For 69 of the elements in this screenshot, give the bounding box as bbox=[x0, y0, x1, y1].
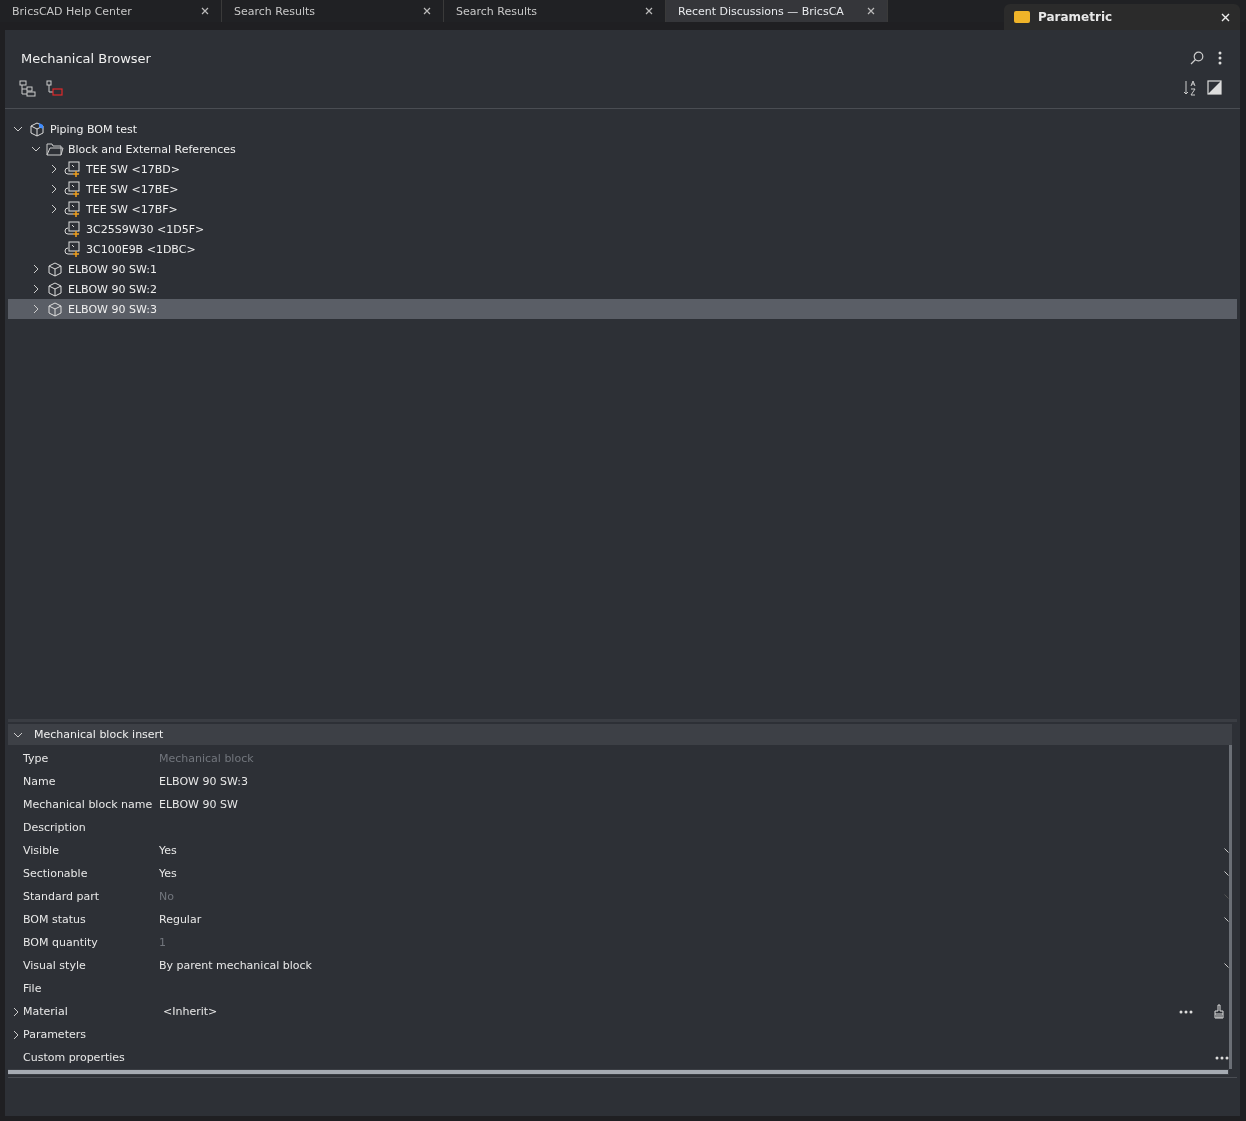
close-icon[interactable] bbox=[201, 7, 209, 15]
property-label: Visual style bbox=[23, 959, 87, 972]
tree-filter-icon[interactable] bbox=[46, 79, 63, 97]
tree-item-label[interactable]: TEE SW <17BE> bbox=[86, 182, 179, 196]
block-insert-icon bbox=[64, 160, 82, 178]
block-insert-icon bbox=[64, 240, 82, 258]
assembly-cube-icon bbox=[28, 120, 46, 138]
chevron-right-icon[interactable] bbox=[11, 1028, 20, 1041]
section-header[interactable]: Mechanical block insert bbox=[8, 724, 1232, 745]
property-label: Mechanical block name bbox=[23, 798, 154, 811]
cube-icon bbox=[46, 260, 64, 278]
property-label: Custom properties bbox=[23, 1051, 126, 1064]
property-value: Mechanical block bbox=[159, 752, 255, 765]
property-value[interactable]: By parent mechanical block bbox=[159, 959, 1224, 972]
property-label: Parameters bbox=[23, 1028, 87, 1041]
more-vertical-icon[interactable] bbox=[1218, 51, 1222, 65]
tree-view-icon[interactable] bbox=[19, 79, 36, 97]
property-value[interactable]: Yes bbox=[159, 844, 1224, 857]
tree-item-label[interactable]: 3C100E9B <1DBC> bbox=[86, 242, 196, 256]
property-value[interactable]: Regular bbox=[159, 913, 1224, 926]
folder-icon bbox=[46, 140, 64, 158]
property-label: Standard part bbox=[23, 890, 101, 903]
property-label: Material bbox=[23, 1005, 69, 1018]
more-horizontal-icon[interactable] bbox=[1179, 1009, 1193, 1014]
search-icon[interactable] bbox=[1190, 51, 1204, 65]
property-value: 1 bbox=[159, 936, 167, 949]
close-icon[interactable] bbox=[645, 7, 653, 15]
tree-item-label[interactable]: Piping BOM test bbox=[50, 122, 138, 136]
property-value[interactable]: Yes bbox=[159, 867, 1224, 880]
tree-item-label[interactable]: ELBOW 90 SW:2 bbox=[68, 282, 157, 296]
selected-tree-row[interactable]: ELBOW 90 SW:3 bbox=[8, 299, 1237, 319]
property-value: No bbox=[159, 890, 175, 903]
folder-icon bbox=[1014, 11, 1030, 23]
browser-tab[interactable]: BricsCAD Help Center bbox=[0, 0, 222, 22]
horizontal-scrollbar[interactable] bbox=[8, 1069, 1229, 1075]
property-label: BOM quantity bbox=[23, 936, 99, 949]
property-label: Description bbox=[23, 821, 87, 834]
property-value[interactable]: <Inherit> bbox=[159, 1005, 1179, 1018]
property-label: Name bbox=[23, 775, 57, 788]
panel-title: Mechanical Browser bbox=[21, 50, 152, 66]
tree-item-label[interactable]: Block and External References bbox=[68, 142, 236, 156]
block-insert-icon bbox=[64, 180, 82, 198]
browser-tab[interactable]: Search Results bbox=[222, 0, 444, 22]
property-value[interactable]: ELBOW 90 SW:3 bbox=[159, 775, 1229, 788]
more-horizontal-icon[interactable] bbox=[1215, 1055, 1229, 1060]
brush-icon[interactable] bbox=[1213, 1004, 1225, 1019]
property-label: Type bbox=[23, 752, 50, 765]
tree-item-label[interactable]: ELBOW 90 SW:1 bbox=[68, 262, 157, 276]
tree-item-label[interactable]: TEE SW <17BD> bbox=[86, 162, 180, 176]
property-label: File bbox=[23, 982, 43, 995]
cube-icon bbox=[46, 300, 64, 318]
property-label: Visible bbox=[23, 844, 60, 857]
browser-tab[interactable]: Recent Discussions — BricsCA bbox=[666, 0, 888, 22]
popup-title: Parametric bbox=[1038, 10, 1114, 24]
close-icon[interactable] bbox=[423, 7, 431, 15]
section-title: Mechanical block insert bbox=[34, 728, 164, 741]
tree-item-label[interactable]: TEE SW <17BF> bbox=[86, 202, 178, 216]
block-insert-icon bbox=[64, 220, 82, 238]
tree-item-label[interactable]: 3C25S9W30 <1D5F> bbox=[86, 222, 205, 236]
contrast-icon[interactable] bbox=[1207, 80, 1222, 95]
sort-icon[interactable] bbox=[1183, 80, 1197, 96]
block-insert-icon bbox=[64, 200, 82, 218]
chevron-right-icon[interactable] bbox=[11, 1005, 20, 1018]
tree-item-label[interactable]: ELBOW 90 SW:3 bbox=[68, 302, 157, 316]
property-label: Sectionable bbox=[23, 867, 89, 880]
property-label: BOM status bbox=[23, 913, 87, 926]
cube-icon bbox=[46, 280, 64, 298]
close-icon[interactable] bbox=[867, 7, 875, 15]
property-value[interactable]: ELBOW 90 SW bbox=[159, 798, 1229, 811]
